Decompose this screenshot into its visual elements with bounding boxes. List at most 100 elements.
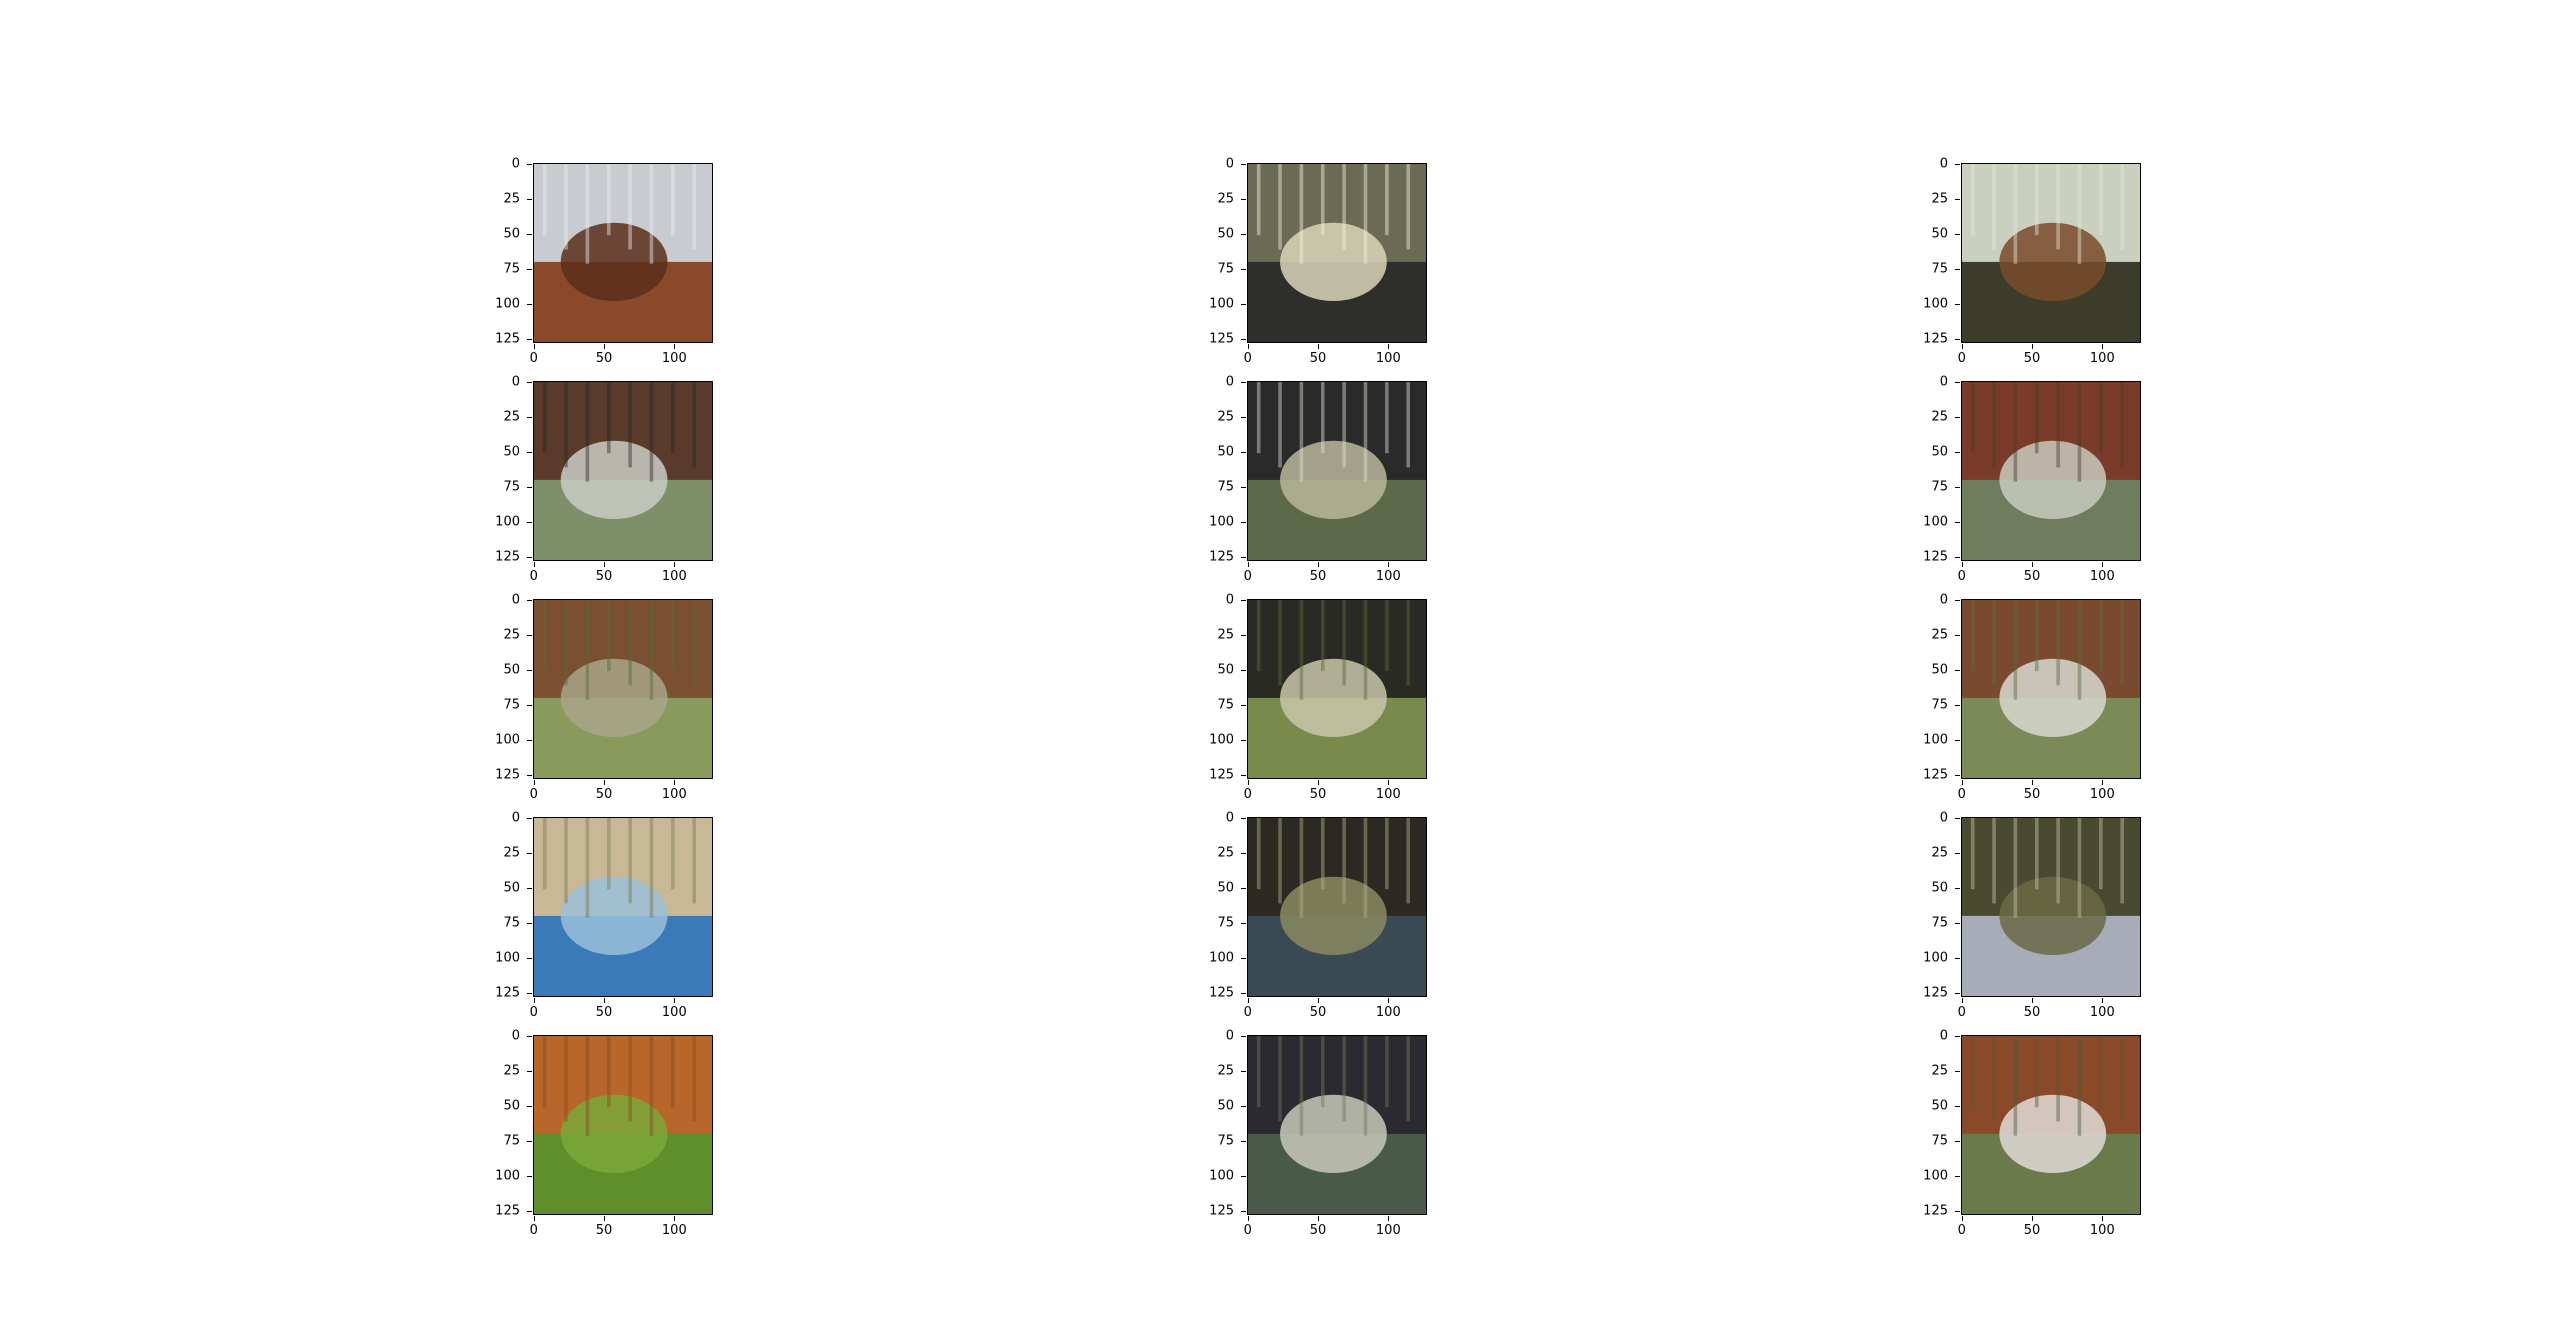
y-tick-label: 75 <box>1217 697 1234 713</box>
y-tick-label: 75 <box>1217 1133 1234 1149</box>
x-tick-mark <box>1247 344 1249 349</box>
y-tick-label: 125 <box>1923 985 1948 1001</box>
y-tick-label: 75 <box>1217 479 1234 495</box>
x-tick-label: 100 <box>2089 787 2115 802</box>
y-tick-label: 75 <box>1931 697 1948 713</box>
x-tick-mark <box>604 998 606 1003</box>
y-tick-label: 25 <box>1217 1063 1234 1079</box>
x-tick-mark <box>2032 780 2034 785</box>
image-thumbnail <box>533 1035 713 1215</box>
y-tick-mark <box>527 1070 532 1072</box>
x-tick-mark <box>2032 562 2034 567</box>
x-tick-mark <box>533 780 535 785</box>
y-tick-label: 0 <box>1939 592 1948 608</box>
y-tick-label: 25 <box>503 627 520 643</box>
image-panel: 0 25 50 75 100 125 0 50 100 <box>1209 1028 1427 1238</box>
x-tick-label: 0 <box>529 351 538 366</box>
y-tick-label: 100 <box>495 950 520 966</box>
y-tick-label: 50 <box>1931 444 1948 460</box>
x-tick-label: 100 <box>2089 1005 2115 1020</box>
x-tick-mark <box>533 1216 535 1221</box>
x-tick-mark <box>674 1216 676 1221</box>
x-tick-label: 50 <box>2023 1223 2041 1238</box>
y-tick-mark <box>1955 705 1960 707</box>
y-tick-mark <box>1955 1070 1960 1072</box>
y-tick-mark <box>527 923 532 925</box>
x-tick-mark <box>1318 344 1320 349</box>
x-tick-label: 100 <box>661 569 687 584</box>
y-tick-mark <box>1955 381 1960 383</box>
y-tick-mark <box>1955 1106 1960 1108</box>
y-tick-label: 50 <box>1217 444 1234 460</box>
y-tick-label: 0 <box>1939 810 1948 826</box>
y-tick-label: 25 <box>1931 627 1948 643</box>
y-tick-mark <box>1955 817 1960 819</box>
x-tick-mark <box>1961 344 1963 349</box>
x-tick-label: 0 <box>1243 569 1252 584</box>
y-tick-label: 125 <box>1209 331 1234 347</box>
y-tick-mark <box>1241 522 1246 524</box>
image-panel: 0 25 50 75 100 125 0 50 100 <box>495 156 713 366</box>
image-panel: 0 25 50 75 100 125 0 50 100 <box>1923 592 2141 802</box>
y-tick-label: 50 <box>1931 1098 1948 1114</box>
y-tick-label: 50 <box>1931 662 1948 678</box>
image-thumbnail <box>533 599 713 779</box>
x-tick-label: 100 <box>661 1005 687 1020</box>
y-tick-mark <box>527 888 532 890</box>
x-tick-label: 100 <box>661 351 687 366</box>
y-tick-label: 125 <box>1209 767 1234 783</box>
x-tick-label: 0 <box>1243 351 1252 366</box>
y-tick-mark <box>1955 234 1960 236</box>
y-tick-mark <box>1241 705 1246 707</box>
y-tick-label: 0 <box>511 1028 520 1044</box>
x-tick-label: 100 <box>1375 1005 1401 1020</box>
x-tick-label: 100 <box>2089 1223 2115 1238</box>
y-tick-mark <box>1955 958 1960 960</box>
y-tick-label: 75 <box>1931 1133 1948 1149</box>
y-tick-mark <box>1241 1211 1246 1213</box>
y-tick-label: 50 <box>503 880 520 896</box>
y-tick-mark <box>1241 416 1246 418</box>
y-tick-label: 125 <box>1209 1203 1234 1219</box>
y-tick-label: 75 <box>1931 261 1948 277</box>
y-tick-label: 0 <box>1225 1028 1234 1044</box>
y-tick-mark <box>1955 634 1960 636</box>
y-tick-mark <box>527 705 532 707</box>
y-tick-mark <box>1241 234 1246 236</box>
y-tick-mark <box>1955 670 1960 672</box>
y-tick-label: 25 <box>1217 845 1234 861</box>
y-tick-mark <box>1241 557 1246 559</box>
y-tick-label: 25 <box>1931 409 1948 425</box>
y-tick-label: 100 <box>1923 950 1948 966</box>
y-tick-label: 50 <box>1217 880 1234 896</box>
x-tick-mark <box>1388 998 1390 1003</box>
y-tick-label: 100 <box>1209 950 1234 966</box>
x-tick-mark <box>1318 780 1320 785</box>
x-tick-mark <box>1388 1216 1390 1221</box>
y-tick-label: 25 <box>1217 409 1234 425</box>
image-thumbnail <box>1247 381 1427 561</box>
y-tick-label: 100 <box>495 514 520 530</box>
x-tick-label: 50 <box>1309 787 1327 802</box>
x-tick-mark <box>1247 780 1249 785</box>
figure-grid: 0 25 50 75 100 125 0 50 100 0 25 50 75 100 125 0 50 100 0 2… <box>0 0 2560 1342</box>
image-thumbnail <box>1961 599 2141 779</box>
x-tick-label: 50 <box>595 787 613 802</box>
y-tick-label: 50 <box>503 662 520 678</box>
y-tick-mark <box>1955 888 1960 890</box>
y-tick-mark <box>1241 634 1246 636</box>
y-tick-mark <box>527 416 532 418</box>
x-tick-mark <box>2102 1216 2104 1221</box>
y-tick-mark <box>527 1035 532 1037</box>
y-tick-mark <box>1955 163 1960 165</box>
y-tick-label: 25 <box>503 191 520 207</box>
x-tick-mark <box>2032 1216 2034 1221</box>
y-tick-label: 0 <box>511 592 520 608</box>
x-tick-mark <box>1961 998 1963 1003</box>
image-panel: 0 25 50 75 100 125 0 50 100 <box>495 592 713 802</box>
x-tick-label: 0 <box>1957 1005 1966 1020</box>
image-panel: 0 25 50 75 100 125 0 50 100 <box>1923 810 2141 1020</box>
x-tick-mark <box>1318 1216 1320 1221</box>
y-tick-mark <box>527 198 532 200</box>
x-tick-label: 50 <box>595 1005 613 1020</box>
